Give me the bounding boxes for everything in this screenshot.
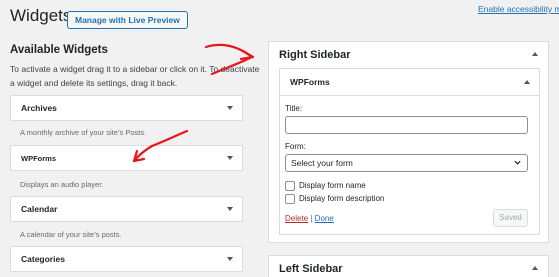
chevron-down-icon[interactable] (227, 106, 233, 110)
chevron-up-icon[interactable] (532, 52, 538, 56)
right-sidebar-title[interactable]: Right Sidebar (279, 49, 351, 61)
form-select[interactable]: Select your form (285, 154, 528, 172)
widget-categories[interactable]: Categories (10, 246, 243, 272)
wpforms-widget-panel: WPForms Title: Form: Select your form Di… (279, 68, 540, 235)
widget-calendar[interactable]: Calendar (10, 196, 243, 222)
form-label: Form: (285, 142, 306, 151)
wpforms-widget-header[interactable]: WPForms (280, 69, 539, 96)
wpforms-widget-title: WPForms (290, 77, 330, 87)
widget-title: Categories (21, 254, 65, 264)
manage-live-preview-button[interactable]: Manage with Live Preview (67, 11, 188, 29)
chevron-down-icon[interactable] (227, 156, 233, 160)
form-select-value: Select your form (291, 158, 353, 168)
done-link[interactable]: Done (315, 214, 334, 223)
display-form-name-checkbox[interactable] (285, 181, 295, 191)
available-widgets-description: To activate a widget drag it to a sideba… (10, 64, 260, 88)
action-separator: | (310, 214, 313, 223)
widget-description: A calendar of your site’s posts. (20, 230, 122, 239)
widget-wpforms[interactable]: WPForms (10, 145, 243, 171)
widget-archives[interactable]: Archives (10, 95, 243, 121)
chevron-up-icon[interactable] (532, 266, 538, 270)
chevron-down-icon[interactable] (227, 257, 233, 261)
left-sidebar-title[interactable]: Left Sidebar (279, 263, 343, 275)
available-widgets-heading: Available Widgets (10, 44, 108, 56)
page-title: Widgets (10, 6, 72, 25)
widget-description: Displays an audio player. (20, 180, 104, 189)
chevron-up-icon[interactable] (524, 80, 530, 84)
chevron-down-icon[interactable] (227, 207, 233, 211)
widget-title: Archives (21, 103, 57, 113)
widget-title: Calendar (21, 204, 58, 214)
display-form-name-label[interactable]: Display form name (299, 181, 366, 190)
delete-link[interactable]: Delete (285, 214, 308, 223)
right-sidebar-panel: Right Sidebar WPForms Title: Form: Selec… (268, 41, 549, 243)
chevron-down-icon (514, 160, 521, 165)
widget-description: A monthly archive of your site’s Posts. (20, 128, 147, 137)
widget-actions: Delete | Done (285, 214, 334, 223)
display-form-description-checkbox[interactable] (285, 194, 295, 204)
widget-title: WPForms (21, 154, 57, 163)
title-label: Title: (285, 104, 303, 113)
left-sidebar-panel[interactable]: Left Sidebar (268, 255, 549, 277)
saved-button[interactable]: Saved (493, 209, 528, 227)
display-form-description-label[interactable]: Display form description (299, 194, 384, 203)
enable-accessibility-link[interactable]: Enable accessibility m (478, 4, 559, 14)
title-input[interactable] (285, 116, 528, 134)
